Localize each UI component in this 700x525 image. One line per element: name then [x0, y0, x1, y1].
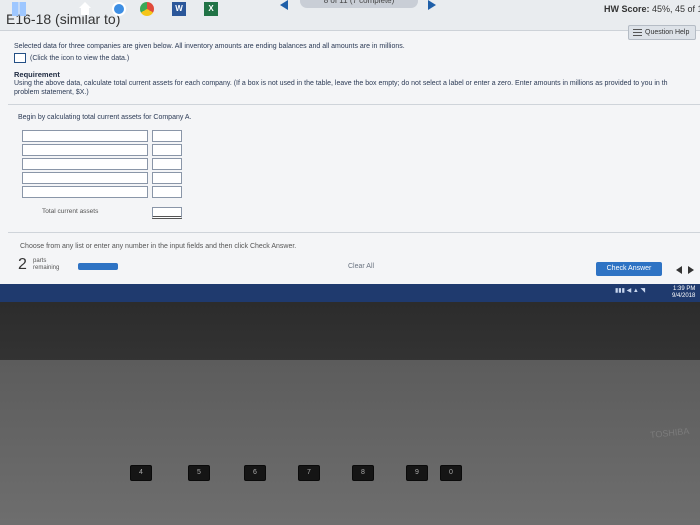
requirement-title: Requirement	[14, 70, 60, 79]
chevron-right-icon[interactable]	[688, 266, 694, 274]
account-label-dropdown[interactable]	[22, 158, 148, 170]
keyboard-key: 4	[130, 465, 152, 481]
amount-input[interactable]	[152, 130, 182, 142]
amount-input[interactable]	[152, 172, 182, 184]
keyboard: 4 5 6 7 8 9 0	[20, 455, 700, 525]
requirement-line-2: problem statement, $X.)	[14, 89, 89, 96]
chevron-left-icon[interactable]	[676, 266, 682, 274]
clock-time: 1:39 PM	[673, 286, 696, 292]
clock-date: 9/4/2018	[672, 293, 696, 299]
data-link-label: (Click the icon to view the data.)	[30, 54, 130, 62]
total-current-assets-label: Total current assets	[42, 208, 99, 215]
taskbar	[0, 284, 700, 302]
list-icon	[633, 28, 642, 36]
clear-all-button[interactable]: Clear All	[348, 263, 374, 270]
account-label-dropdown[interactable]	[22, 186, 148, 198]
excel-icon[interactable]: X	[204, 2, 218, 16]
keyboard-key: 9	[406, 465, 428, 481]
keyboard-key: 8	[352, 465, 374, 481]
keyboard-key: 6	[244, 465, 266, 481]
divider	[8, 104, 700, 105]
system-tray[interactable]: ▮▮▮ ◀ ▲ ◥	[615, 287, 645, 294]
clock[interactable]: 1:39 PM 9/4/2018	[672, 286, 695, 300]
keyboard-key: 5	[188, 465, 210, 481]
amount-input[interactable]	[152, 158, 182, 170]
requirement-line-1: Using the above data, calculate total cu…	[14, 80, 668, 87]
question-help-label: Question Help	[645, 29, 690, 36]
data-link[interactable]: (Click the icon to view the data.)	[14, 53, 129, 63]
account-label-dropdown[interactable]	[22, 172, 148, 184]
question-help-button[interactable]: Question Help	[628, 25, 696, 40]
total-current-assets-input[interactable]	[152, 207, 182, 219]
hint-text: Choose from any list or enter any number…	[20, 243, 297, 250]
amount-input[interactable]	[152, 144, 182, 156]
requirement-text: Using the above data, calculate total cu…	[14, 79, 700, 97]
account-label-dropdown[interactable]	[22, 144, 148, 156]
browser-icon[interactable]	[112, 2, 126, 16]
instruction-text: Begin by calculating total current asset…	[18, 114, 192, 121]
keyboard-key: 7	[298, 465, 320, 481]
hw-score: HW Score: 45%, 45 of 10	[604, 4, 700, 14]
word-icon[interactable]: W	[172, 2, 186, 16]
browser-screen: 8 of 11 (7 complete) E16-18 (similar to)…	[0, 0, 700, 302]
parts-remaining-count: 2	[18, 256, 27, 273]
keyboard-key: 0	[440, 465, 462, 481]
parts-progress-bar	[78, 263, 118, 270]
windows-start-icon[interactable]	[12, 2, 26, 16]
next-question-icon[interactable]	[428, 0, 436, 10]
home-icon[interactable]	[78, 2, 92, 16]
check-answer-button[interactable]: Check Answer	[596, 262, 662, 276]
progress-indicator[interactable]: 8 of 11 (7 complete)	[300, 0, 418, 8]
divider	[8, 232, 700, 233]
parts-remaining-label: parts remaining	[33, 258, 60, 271]
problem-intro: Selected data for three companies are gi…	[14, 43, 405, 50]
chrome-icon[interactable]	[140, 2, 154, 16]
previous-question-icon[interactable]	[280, 0, 288, 10]
account-label-dropdown[interactable]	[22, 130, 148, 142]
table-icon[interactable]	[14, 53, 26, 63]
amount-input[interactable]	[152, 186, 182, 198]
hw-score-value: 45%, 45 of 10	[652, 4, 700, 14]
hw-score-label: HW Score:	[604, 4, 650, 14]
